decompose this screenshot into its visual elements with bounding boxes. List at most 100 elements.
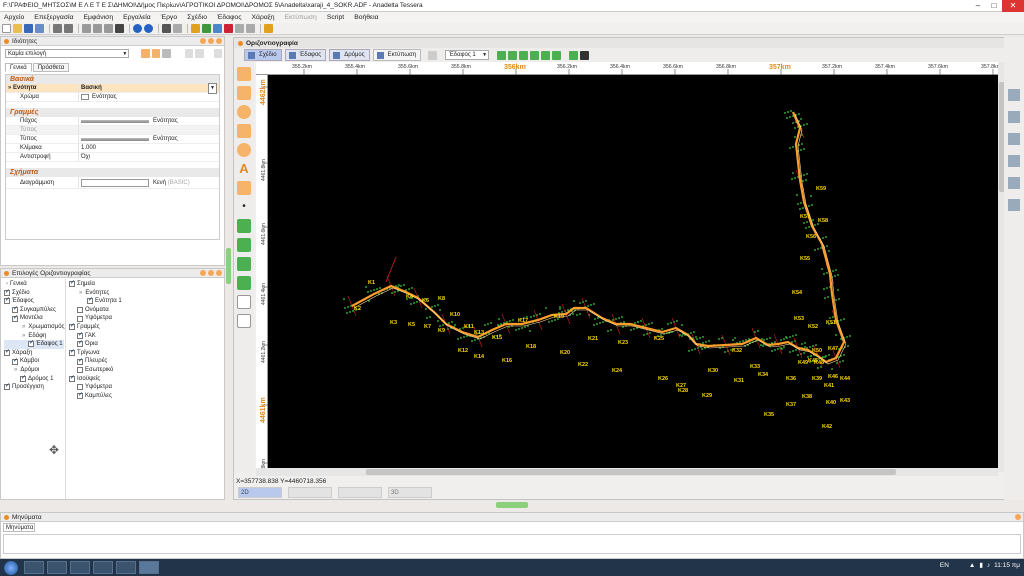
- ground-select[interactable]: Έδαφος 1 ▼: [445, 50, 490, 60]
- row-pattern[interactable]: Διαγράμμιση Κενή (BASIC): [6, 177, 219, 189]
- star-tool-icon[interactable]: [237, 257, 251, 271]
- checkbox[interactable]: [4, 288, 10, 296]
- delete-icon[interactable]: [115, 24, 124, 33]
- horizontal-scrollbar[interactable]: [256, 468, 998, 476]
- unit-dropdown-icon[interactable]: ▼: [208, 82, 217, 94]
- new-file-icon[interactable]: [2, 24, 11, 33]
- side-tool-6-icon[interactable]: [1008, 199, 1020, 211]
- tree-item-curves[interactable]: Καμπύλες: [69, 391, 122, 401]
- view-3d-tab[interactable]: 3D: [388, 487, 432, 498]
- start-button[interactable]: [4, 560, 18, 575]
- tree-item-general[interactable]: › Γενικά: [4, 280, 64, 289]
- redo-icon[interactable]: [64, 24, 73, 33]
- options-icon[interactable]: [213, 49, 222, 58]
- open-folder-icon[interactable]: [13, 24, 22, 33]
- polyline-tool-icon[interactable]: [237, 238, 251, 252]
- tree-item-road-1[interactable]: Δρόμος 1: [4, 374, 64, 384]
- menu-tools[interactable]: Εργαλεία: [123, 14, 151, 21]
- layout-dropdown-icon[interactable]: [173, 24, 182, 33]
- layers-icon[interactable]: [246, 24, 255, 33]
- row-scale[interactable]: Κλίμακα 1.000: [6, 144, 219, 153]
- panel-float-icon[interactable]: [208, 270, 214, 276]
- tree-item-nodes[interactable]: Κάμβοι: [4, 357, 64, 366]
- cut-icon[interactable]: [82, 24, 91, 33]
- panel-close-icon[interactable]: [1015, 514, 1021, 520]
- tree-item-sides[interactable]: Πλευρές: [69, 357, 122, 366]
- save-all-icon[interactable]: [35, 24, 44, 33]
- tree-item-roads[interactable]: » Δρόμοι: [4, 366, 64, 375]
- tree-item-grounds[interactable]: » Εδάφη: [4, 332, 64, 341]
- maximize-button[interactable]: □: [986, 0, 1002, 12]
- save-icon[interactable]: [24, 24, 33, 33]
- ground-tool-6-icon[interactable]: [552, 50, 562, 60]
- select-icon[interactable]: [151, 49, 161, 58]
- checkbox[interactable]: [77, 331, 83, 339]
- tree-item-drawing[interactable]: Σχέδιο: [4, 288, 64, 298]
- tab-road[interactable]: Δρόμος: [329, 49, 370, 61]
- taskbar-window-icon[interactable]: [93, 561, 113, 574]
- minimize-button[interactable]: –: [970, 0, 986, 12]
- undo-icon[interactable]: [53, 24, 62, 33]
- selection-dropdown[interactable]: Καμία επιλογή ▼: [5, 49, 130, 58]
- menu-file[interactable]: Αρχείο: [4, 14, 24, 21]
- tree-item-units[interactable]: » Ενότητες: [69, 289, 122, 298]
- tab-additional[interactable]: Πρόσθετα: [32, 63, 70, 72]
- highlight-icon[interactable]: [141, 49, 150, 58]
- menu-ground[interactable]: Έδαφος: [217, 14, 242, 21]
- tree-item-points[interactable]: Σημεία: [69, 279, 122, 289]
- close-button[interactable]: ✕: [1002, 0, 1024, 12]
- tree-item-boundaries[interactable]: Όρια: [69, 339, 122, 349]
- menu-project[interactable]: Έργο: [161, 14, 177, 21]
- checkbox[interactable]: [77, 391, 83, 400]
- ellipse-tool-icon[interactable]: [237, 143, 251, 157]
- print-preview-icon[interactable]: [428, 50, 438, 60]
- globe-icon[interactable]: [133, 24, 142, 33]
- menu-drawing[interactable]: Σχέδιο: [187, 14, 207, 21]
- row-color[interactable]: Χρώμα Ενότητας: [6, 93, 219, 102]
- horizontal-scroll-thumb[interactable]: [366, 469, 896, 475]
- tab-drawing[interactable]: Σχέδιο: [244, 49, 282, 61]
- checkbox[interactable]: [12, 357, 18, 365]
- view-2d-tab[interactable]: 2D: [238, 487, 282, 498]
- taskbar-window-2-icon[interactable]: [116, 561, 136, 574]
- tree-item-interior[interactable]: Εσωτερικό: [69, 366, 122, 375]
- zoom-icon[interactable]: [213, 24, 222, 33]
- checkbox[interactable]: [77, 315, 83, 322]
- volume-icon[interactable]: ♪: [987, 562, 990, 569]
- checkbox[interactable]: [4, 382, 10, 391]
- text-tool-icon[interactable]: A: [237, 162, 251, 176]
- menu-help[interactable]: Βοήθεια: [354, 14, 378, 21]
- checkbox[interactable]: [4, 296, 10, 305]
- checkbox[interactable]: [69, 348, 75, 357]
- row-reverse[interactable]: Αντιστροφή Όχι: [6, 153, 219, 162]
- measure-icon[interactable]: [202, 24, 211, 33]
- tree-item-gak[interactable]: ΓΑΚ: [69, 331, 122, 341]
- pencil-icon[interactable]: [191, 24, 200, 33]
- pentagon-tool-icon[interactable]: [237, 276, 251, 290]
- tree-item-elevations[interactable]: Υψόμετρα: [69, 314, 122, 323]
- row-type[interactable]: Τύπος Ενότητας: [6, 135, 219, 144]
- network-icon[interactable]: [569, 50, 579, 60]
- copy-icon[interactable]: [93, 24, 102, 33]
- panel-pin-icon[interactable]: [200, 38, 206, 44]
- menu-alignment[interactable]: Χάραξη: [252, 14, 275, 21]
- checkbox[interactable]: [69, 374, 75, 382]
- tree-item-triangles[interactable]: Τρίγωνα: [69, 348, 122, 358]
- panel-pin-icon[interactable]: [200, 270, 206, 276]
- tree-item-names[interactable]: Ονόματα: [69, 306, 122, 315]
- side-tool-4-icon[interactable]: [1008, 155, 1020, 167]
- ground-tool-2-icon[interactable]: [508, 50, 518, 60]
- filter-icon[interactable]: [162, 49, 171, 58]
- line-tool-icon[interactable]: [237, 67, 251, 81]
- tree-item-approach[interactable]: Προσέγγιση: [4, 382, 64, 392]
- tree-item-iso-elevations[interactable]: Υψόμετρα: [69, 383, 122, 392]
- arc-tool-icon[interactable]: [237, 86, 251, 100]
- document-copy-tool-icon[interactable]: [237, 314, 251, 328]
- view-section-tab[interactable]: [338, 487, 382, 498]
- point-tool-icon[interactable]: •: [237, 200, 251, 214]
- side-tool-3-icon[interactable]: [1008, 133, 1020, 145]
- curve-tool-icon[interactable]: [237, 124, 251, 138]
- network-tray-icon[interactable]: ▮: [979, 561, 983, 569]
- tab-ground[interactable]: Έδαφος: [284, 49, 327, 61]
- target-icon[interactable]: [144, 24, 153, 33]
